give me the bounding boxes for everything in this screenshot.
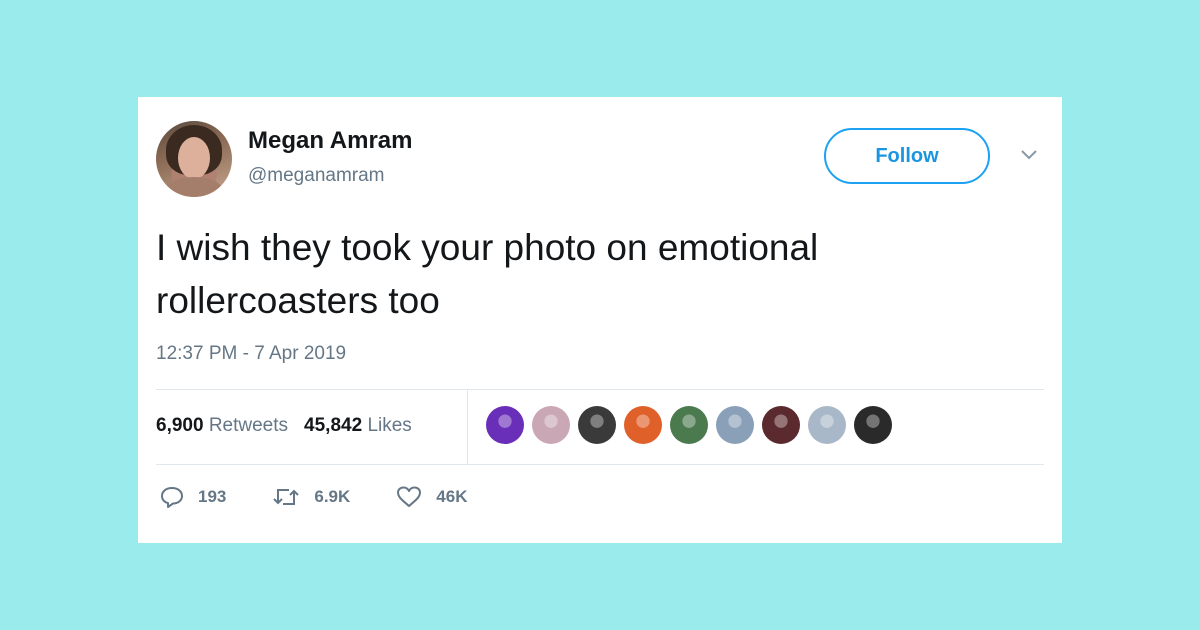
retweet-button[interactable]: 6.9K (272, 486, 350, 508)
likes-stat[interactable]: 45,842 Likes (304, 415, 412, 437)
tweet-actions: 193 6.9K 46K (160, 486, 513, 508)
follow-button[interactable]: Follow (824, 128, 990, 184)
tweet-card: Megan Amram @meganamram Follow I wish th… (138, 97, 1062, 543)
liker-avatar[interactable] (762, 406, 800, 444)
divider (467, 389, 468, 464)
retweet-count: 6.9K (314, 487, 351, 506)
divider (156, 464, 1044, 465)
chevron-down-icon[interactable] (1020, 149, 1038, 161)
tweet-text: I wish they took your photo on emotional… (156, 227, 819, 321)
retweets-count: 6,900 (156, 415, 204, 436)
liker-avatar[interactable] (578, 406, 616, 444)
reply-count: 193 (198, 487, 227, 506)
likes-label: Likes (367, 415, 412, 436)
tweet-stats: 6,900 Retweets 45,842 Likes (156, 415, 412, 437)
liker-avatar[interactable] (716, 406, 754, 444)
liker-avatar[interactable] (624, 406, 662, 444)
heart-icon (397, 486, 422, 507)
liker-avatar[interactable] (532, 406, 570, 444)
liker-avatars (486, 406, 892, 444)
author-name[interactable]: Megan Amram (248, 127, 412, 155)
like-count: 46K (436, 487, 468, 506)
liker-avatar[interactable] (486, 406, 524, 444)
reply-button[interactable]: 193 (160, 486, 226, 508)
tweet-timestamp[interactable]: 12:37 PM - 7 Apr 2019 (156, 343, 346, 365)
like-button[interactable]: 46K (396, 486, 467, 508)
retweets-stat[interactable]: 6,900 Retweets (156, 415, 288, 437)
retweets-label: Retweets (208, 415, 289, 436)
liker-avatar[interactable] (854, 406, 892, 444)
liker-avatar[interactable] (670, 406, 708, 444)
liker-avatar[interactable] (808, 406, 846, 444)
author-handle[interactable]: @meganamram (248, 165, 385, 187)
divider (156, 389, 1044, 390)
likes-count: 45,842 (304, 415, 363, 436)
author-avatar[interactable] (156, 121, 232, 197)
reply-icon (161, 487, 183, 508)
retweet-icon (273, 489, 300, 505)
